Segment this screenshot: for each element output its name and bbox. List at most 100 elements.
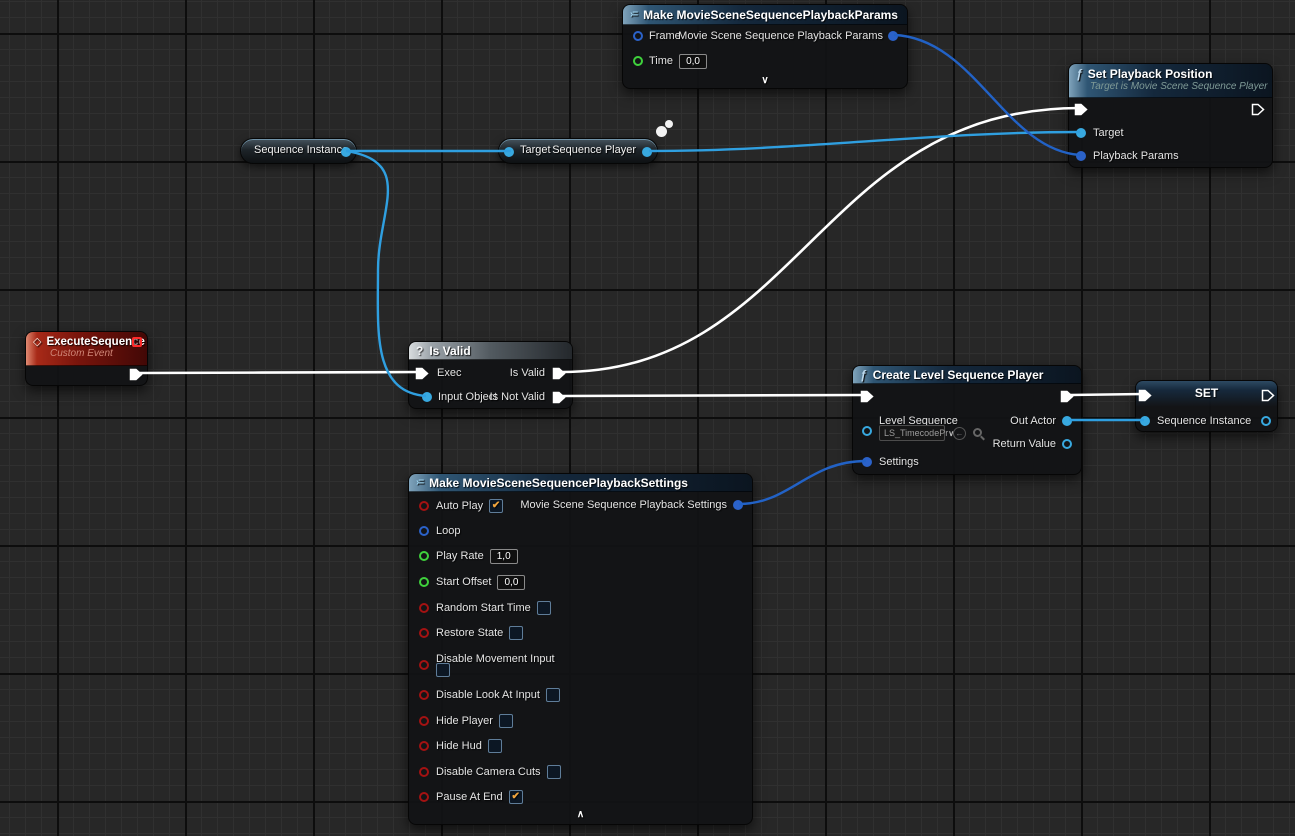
level-sequence-pin[interactable] (862, 426, 872, 436)
is-valid-label: Is Valid (510, 365, 545, 381)
settings-pin[interactable] (862, 457, 872, 467)
make-settings-header[interactable]: ›= Make MovieSceneSequencePlaybackSettin… (409, 474, 752, 492)
frame-pin[interactable] (633, 31, 643, 41)
play-rate-pin[interactable] (419, 551, 429, 561)
play-rate-field[interactable]: 1,0 (490, 549, 518, 564)
out-actor-label: Out Actor (1010, 413, 1056, 429)
node-make-playback-settings[interactable]: ›= Make MovieSceneSequencePlaybackSettin… (408, 473, 753, 825)
pause-at-end-label: Pause At End (436, 789, 503, 805)
playback-params-pin[interactable] (1076, 151, 1086, 161)
params-output-pin[interactable] (888, 31, 898, 41)
start-offset-label: Start Offset (436, 574, 491, 590)
sequence-player-out-pin[interactable] (642, 147, 652, 157)
sequence-instance-out-pin[interactable] (341, 147, 351, 157)
node-make-playback-params[interactable]: ›= Make MovieSceneSequencePlaybackParams… (622, 4, 908, 89)
collapse-chevron-icon[interactable]: ∨ (623, 75, 907, 86)
node-set-sequence-instance[interactable]: SET Sequence Instance (1135, 380, 1278, 432)
hide-hud-checkbox[interactable] (488, 739, 502, 753)
target-label: Target (1093, 125, 1124, 141)
exec-in-pin[interactable] (1138, 389, 1152, 402)
random-start-time-label: Random Start Time (436, 600, 531, 616)
disable-camera-cuts-label: Disable Camera Cuts (436, 764, 541, 780)
set-playback-header[interactable]: ƒ Set Playback Position Target is Movie … (1069, 64, 1272, 98)
disable-camera-cuts-pin[interactable] (419, 767, 429, 777)
random-start-time-checkbox[interactable] (537, 601, 551, 615)
node-set-playback-position[interactable]: ƒ Set Playback Position Target is Movie … (1068, 63, 1273, 168)
target-label: Target (520, 144, 551, 156)
is-not-valid-exec-out-pin[interactable] (552, 391, 566, 404)
random-start-time-row: Random Start Time (436, 600, 551, 616)
blueprint-graph-canvas[interactable]: ◇ ExecuteSequence Custom Event Sequence … (0, 0, 1295, 836)
wire-struct-settings-to-create (739, 461, 866, 504)
time-pin[interactable] (633, 56, 643, 66)
exec-in-pin[interactable] (415, 367, 429, 380)
random-start-time-pin[interactable] (419, 603, 429, 613)
exec-label: Exec (437, 365, 461, 381)
time-value-field[interactable]: 0,0 (679, 54, 707, 69)
settings-label: Settings (879, 454, 919, 470)
disable-look-at-input-row: Disable Look At Input (436, 687, 560, 703)
start-offset-row: Start Offset 0,0 (436, 574, 525, 590)
disable-look-at-input-pin[interactable] (419, 690, 429, 700)
pause-at-end-checkbox[interactable]: ✔ (509, 790, 523, 804)
hide-hud-label: Hide Hud (436, 738, 482, 754)
exec-out-pin[interactable] (1060, 390, 1074, 403)
auto-play-row: Auto Play ✔ (436, 498, 503, 514)
target-pin[interactable] (1076, 128, 1086, 138)
node-create-level-sequence-player[interactable]: ƒ Create Level Sequence Player Level Seq… (852, 365, 1082, 475)
disable-movement-input-checkbox[interactable] (436, 663, 450, 677)
start-offset-pin[interactable] (419, 577, 429, 587)
target-in-pin[interactable] (504, 147, 514, 157)
make-params-header[interactable]: ›= Make MovieSceneSequencePlaybackParams (623, 5, 907, 25)
node-subtitle: Custom Event (50, 348, 139, 359)
auto-play-checkbox[interactable]: ✔ (489, 499, 503, 513)
pause-at-end-pin[interactable] (419, 792, 429, 802)
settings-output-label: Movie Scene Sequence Playback Settings (520, 497, 727, 513)
out-actor-pin[interactable] (1062, 416, 1072, 426)
node-get-sequence-player[interactable]: Target Sequence Player (498, 138, 658, 164)
is-valid-header[interactable]: ? Is Valid (409, 342, 572, 360)
restore-state-checkbox[interactable] (509, 626, 523, 640)
exec-out-pin[interactable] (1261, 389, 1275, 402)
exec-out-pin[interactable] (129, 368, 143, 381)
execute-sequence-header[interactable]: ◇ ExecuteSequence Custom Event (26, 332, 147, 366)
function-icon: ƒ (860, 368, 867, 382)
node-is-valid[interactable]: ? Is Valid Exec Is Valid Input Object Is… (408, 341, 573, 409)
pause-at-end-row: Pause At End ✔ (436, 789, 523, 805)
hide-player-pin[interactable] (419, 716, 429, 726)
start-offset-field[interactable]: 0,0 (497, 575, 525, 590)
disable-movement-input-pin[interactable] (419, 660, 429, 670)
exec-in-pin[interactable] (860, 390, 874, 403)
restore-state-pin[interactable] (419, 628, 429, 638)
is-valid-exec-out-pin[interactable] (552, 367, 566, 380)
disable-look-at-input-checkbox[interactable] (546, 688, 560, 702)
make-struct-icon: ›= (630, 9, 637, 20)
node-execute-sequence[interactable]: ◇ ExecuteSequence Custom Event (25, 331, 148, 386)
frame-label: Frame (649, 28, 681, 44)
exec-in-pin[interactable] (1074, 103, 1088, 116)
sequence-instance-out-pin[interactable] (1261, 416, 1271, 426)
exec-out-pin[interactable] (1251, 103, 1265, 116)
node-get-sequence-instance[interactable]: Sequence Instance (240, 138, 357, 164)
browse-asset-icon[interactable] (973, 428, 982, 437)
wire-exec-event-to-isvalid (137, 372, 421, 373)
sequence-instance-in-pin[interactable] (1140, 416, 1150, 426)
comment-bubble-icon (656, 126, 667, 137)
hide-hud-pin[interactable] (419, 741, 429, 751)
sequence-instance-label: Sequence Instance (1157, 413, 1251, 429)
level-sequence-asset-dropdown[interactable]: LS_TimecodePr ∨ (879, 425, 945, 441)
loop-pin[interactable] (419, 526, 429, 536)
node-title: Is Valid (429, 344, 470, 358)
node-title: Make MovieSceneSequencePlaybackSettings (429, 476, 688, 490)
return-value-pin[interactable] (1062, 439, 1072, 449)
input-object-pin[interactable] (422, 392, 432, 402)
node-title: SET (1136, 386, 1277, 400)
collapse-chevron-icon[interactable]: ∧ (409, 809, 752, 820)
disable-camera-cuts-checkbox[interactable] (547, 765, 561, 779)
use-selected-asset-icon[interactable]: ← (953, 427, 966, 440)
restore-state-row: Restore State (436, 625, 523, 641)
hide-player-checkbox[interactable] (499, 714, 513, 728)
auto-play-pin[interactable] (419, 501, 429, 511)
create-player-header[interactable]: ƒ Create Level Sequence Player (853, 366, 1081, 384)
settings-output-pin[interactable] (733, 500, 743, 510)
